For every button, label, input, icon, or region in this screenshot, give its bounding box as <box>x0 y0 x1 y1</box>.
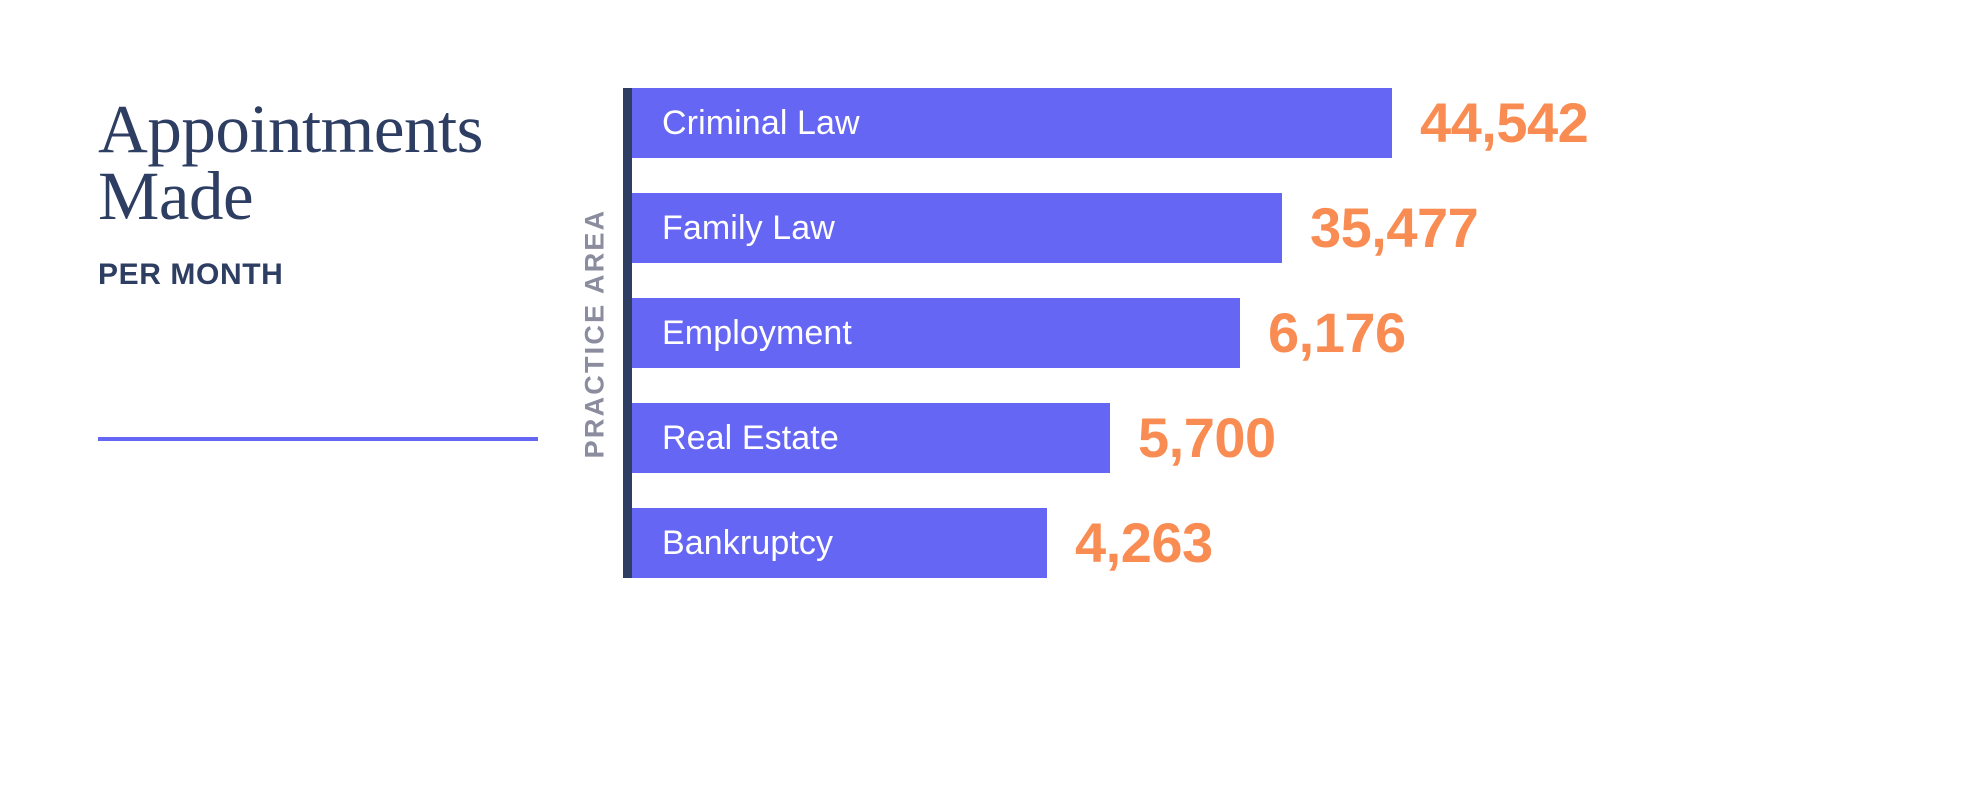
y-axis-title-label: PRACTICE AREA <box>579 208 610 458</box>
bar-value-label: 6,176 <box>1268 301 1406 364</box>
bar-category-label: Criminal Law <box>662 103 860 142</box>
bar-value-label: 4,263 <box>1075 511 1213 574</box>
bar-category-label: Real Estate <box>662 418 839 457</box>
title-block: Appointments Made PER MONTH <box>98 91 548 292</box>
bar-real-estate: Real Estate <box>632 403 1110 473</box>
bar-row: Bankruptcy 4,263 <box>632 508 1213 578</box>
bar-value-label: 35,477 <box>1310 196 1479 259</box>
bar-category-label: Family Law <box>662 208 835 247</box>
y-axis-title: PRACTICE AREA <box>565 88 625 578</box>
bar-series: Criminal Law 44,542 Family Law 35,477 Employ… <box>632 88 1963 578</box>
y-axis-line <box>623 88 632 578</box>
bar-value-label: 5,700 <box>1138 406 1276 469</box>
bar-row: Real Estate 5,700 <box>632 403 1276 473</box>
bar-criminal-law: Criminal Law <box>632 88 1392 158</box>
bar-employment: Employment <box>632 298 1240 368</box>
page-subtitle: PER MONTH <box>98 257 284 291</box>
bar-bankruptcy: Bankruptcy <box>632 508 1047 578</box>
bar-value-label: 44,542 <box>1420 91 1589 154</box>
page-title: Appointments Made <box>98 91 484 234</box>
bar-category-label: Bankruptcy <box>662 523 834 562</box>
infographic-canvas: Appointments Made PER MONTH PRACTICE ARE… <box>0 0 1988 804</box>
bar-category-label: Employment <box>662 313 852 352</box>
bar-row: Family Law 35,477 <box>632 193 1479 263</box>
bar-family-law: Family Law <box>632 193 1282 263</box>
bar-row: Employment 6,176 <box>632 298 1406 368</box>
bar-chart: PRACTICE AREA Criminal Law 44,542 Family L… <box>565 88 1965 578</box>
divider <box>98 437 538 441</box>
plot-region: Criminal Law 44,542 Family Law 35,477 Employ… <box>623 88 1963 578</box>
bar-row: Criminal Law 44,542 <box>632 88 1589 158</box>
